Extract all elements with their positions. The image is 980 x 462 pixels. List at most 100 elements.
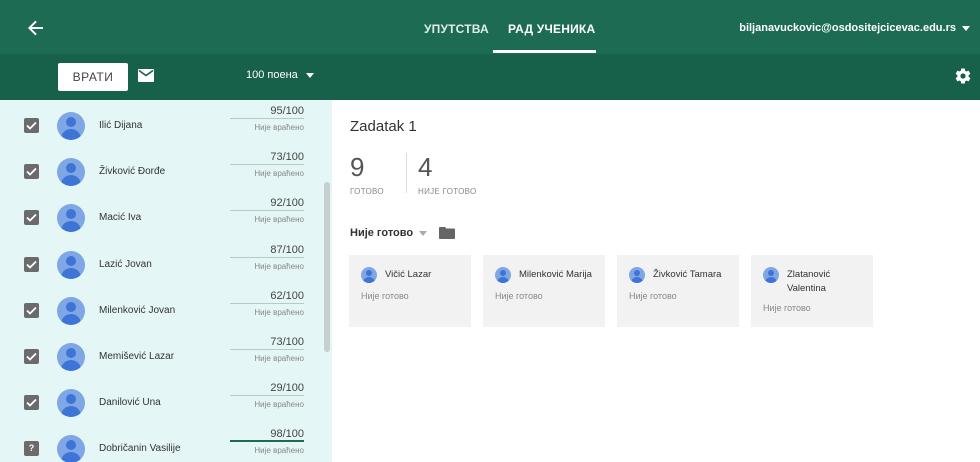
return-status: Није враћено — [254, 262, 304, 271]
status-filter[interactable]: Није готово — [350, 227, 456, 239]
student-row[interactable]: Živković Đorđe 73/100 Није враћено — [0, 150, 320, 196]
student-name: Živković Đorđe — [99, 166, 166, 177]
avatar-icon — [57, 204, 85, 232]
card-status: Није готово — [763, 303, 811, 313]
card-student-name: Milenković Marija — [519, 269, 592, 280]
account-email: biljanavuckovic@osdositejcicevac.edu.rs — [739, 22, 956, 34]
return-status: Није враћено — [254, 400, 304, 409]
done-label: ГОТОВО — [350, 187, 384, 196]
student-row[interactable]: Macić Iva 92/100 Није враћено — [0, 196, 320, 242]
checkbox-icon[interactable]: ? — [24, 441, 39, 456]
folder-icon[interactable] — [439, 227, 456, 239]
avatar-icon — [763, 267, 779, 283]
student-card[interactable]: Živković Tamara Није готово — [617, 255, 739, 327]
grade-max: /100 — [282, 151, 304, 163]
return-status: Није враћено — [254, 215, 304, 224]
dropdown-arrow-icon — [962, 25, 970, 31]
avatar-icon — [57, 251, 85, 279]
return-status: Није враћено — [254, 308, 304, 317]
tab-student-work[interactable]: РАД УЧЕНИКА — [508, 22, 595, 36]
grade-value: 92 — [270, 197, 283, 209]
grade-value: 73 — [270, 336, 283, 348]
grade-value: 95 — [270, 105, 283, 117]
active-tab-indicator — [493, 50, 596, 53]
checkbox-icon[interactable] — [24, 257, 39, 272]
grade-input[interactable]: 29/100 — [230, 381, 304, 396]
grade-input[interactable]: 62/100 — [230, 289, 304, 304]
student-name: Memišević Lazar — [99, 351, 175, 362]
return-status: Није враћено — [254, 169, 304, 178]
grade-max: /100 — [282, 105, 304, 117]
grade-max: /100 — [282, 428, 304, 440]
student-name: Milenković Jovan — [99, 305, 176, 316]
student-name: Lazić Jovan — [99, 259, 152, 270]
grade-input[interactable]: 98/100 — [230, 427, 304, 442]
account-menu[interactable]: biljanavuckovic@osdositejcicevac.edu.rs — [739, 22, 970, 34]
student-row[interactable]: Lazić Jovan 87/100 Није враћено — [0, 243, 320, 289]
avatar-icon — [57, 435, 85, 462]
grade-input[interactable]: 73/100 — [230, 335, 304, 350]
checkbox-icon[interactable] — [24, 164, 39, 179]
grade-input[interactable]: 87/100 — [230, 243, 304, 258]
grade-max: /100 — [282, 197, 304, 209]
done-count: 9 — [350, 152, 365, 182]
avatar-icon — [57, 297, 85, 325]
checkbox-icon[interactable] — [24, 118, 39, 133]
tab-instructions[interactable]: УПУТСТВА — [424, 22, 489, 36]
avatar-icon — [629, 267, 645, 283]
student-row[interactable]: Ilić Dijana 95/100 Није враћено — [0, 104, 320, 150]
back-arrow-icon[interactable] — [22, 14, 50, 42]
filter-label: Није готово — [350, 227, 414, 239]
student-name: Ilić Dijana — [99, 120, 143, 131]
dropdown-arrow-icon — [419, 230, 428, 236]
points-label: 100 поена — [246, 69, 298, 81]
checkbox-icon[interactable] — [24, 210, 39, 225]
student-row[interactable]: Milenković Jovan 62/100 Није враћено — [0, 289, 320, 335]
done-stat[interactable]: 9 ГОТОВО — [350, 152, 384, 196]
grade-max: /100 — [282, 336, 304, 348]
grade-value: 98 — [270, 428, 283, 440]
grade-value: 29 — [270, 382, 283, 394]
student-row[interactable]: ? Dobričanin Vasilije 98/100 Није враћен… — [0, 427, 320, 462]
grade-input[interactable]: 92/100 — [230, 196, 304, 211]
student-row[interactable]: Danilović Una 29/100 Није враћено — [0, 381, 320, 427]
card-student-name: Vičić Lazar — [385, 269, 432, 280]
avatar-icon — [57, 112, 85, 140]
grade-input[interactable]: 73/100 — [230, 150, 304, 165]
assignment-title: Zadatak 1 — [350, 118, 417, 135]
student-name: Dobričanin Vasilije — [99, 443, 181, 454]
checkbox-icon[interactable] — [24, 395, 39, 410]
student-card[interactable]: Milenković Marija Није готово — [483, 255, 605, 327]
return-status: Није враћено — [254, 354, 304, 363]
card-status: Није готово — [361, 291, 409, 301]
avatar-icon — [361, 267, 377, 283]
card-student-name: Živković Tamara — [653, 269, 722, 280]
student-card[interactable]: Vičić Lazar Није готово — [349, 255, 471, 327]
scrollbar[interactable] — [324, 182, 330, 352]
student-name: Macić Iva — [99, 212, 142, 223]
not-done-stat[interactable]: 4 НИЈЕ ГОТОВО — [418, 152, 477, 196]
stat-divider — [406, 153, 407, 193]
not-done-label: НИЈЕ ГОТОВО — [418, 187, 477, 196]
top-app-bar: УПУТСТВА РАД УЧЕНИКА biljanavuckovic@osd… — [0, 0, 980, 54]
return-button[interactable]: ВРАТИ — [58, 63, 128, 91]
grade-input[interactable]: 95/100 — [230, 104, 304, 119]
grade-max: /100 — [282, 244, 304, 256]
avatar-icon — [57, 158, 85, 186]
student-card[interactable]: Zlatanović Valentina Није готово — [751, 255, 873, 327]
points-selector[interactable]: 100 поена — [246, 69, 314, 81]
dropdown-arrow-icon — [305, 72, 314, 78]
grade-value: 87 — [270, 244, 283, 256]
avatar-icon — [57, 389, 85, 417]
card-student-name: Zlatanović Valentina — [787, 269, 831, 294]
student-name: Danilović Una — [99, 397, 161, 408]
avatar-icon — [57, 343, 85, 371]
grade-max: /100 — [282, 290, 304, 302]
checkbox-icon[interactable] — [24, 349, 39, 364]
gear-icon[interactable] — [954, 67, 972, 90]
grading-toolbar: ВРАТИ 100 поена — [0, 54, 980, 100]
mail-icon[interactable] — [138, 69, 154, 87]
student-row[interactable]: Memišević Lazar 73/100 Није враћено — [0, 335, 320, 381]
avatar-icon — [495, 267, 511, 283]
checkbox-icon[interactable] — [24, 303, 39, 318]
